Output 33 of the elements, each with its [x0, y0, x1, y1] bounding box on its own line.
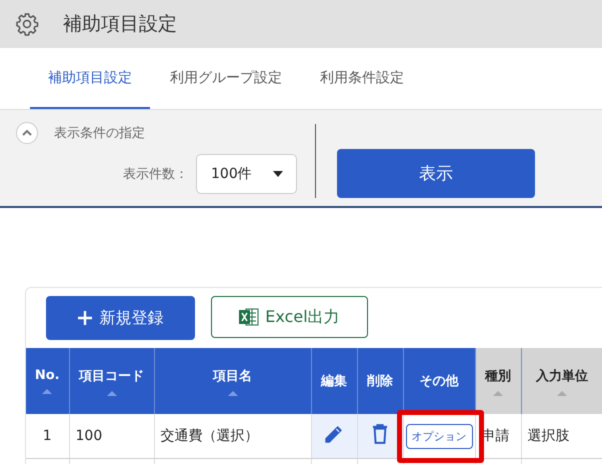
collapse-button[interactable] — [16, 122, 38, 144]
column-header: 削除 — [357, 348, 403, 414]
column-header[interactable]: 入力単位 — [521, 348, 602, 414]
settings-icon — [15, 12, 39, 36]
sort-icon — [228, 390, 238, 396]
spreadsheet-icon — [239, 308, 260, 326]
table-cell: 1 — [26, 414, 69, 458]
sort-icon — [42, 389, 52, 394]
table-cell: 選択肢 — [521, 414, 602, 458]
tab[interactable]: 利用条件設定 — [302, 48, 422, 109]
excel-button[interactable]: Excel出力 — [211, 296, 368, 338]
filter-title: 表示条件の指定 — [54, 125, 145, 142]
plus-icon — [78, 311, 92, 325]
column-header[interactable]: No. — [26, 348, 69, 414]
column-header[interactable]: 項目名 — [154, 348, 311, 414]
sort-icon — [493, 390, 503, 396]
show-button[interactable]: 表示 — [337, 149, 535, 198]
delete-button[interactable] — [372, 424, 388, 444]
table-cell: 100 — [69, 414, 154, 458]
column-header[interactable]: 種別 — [475, 348, 521, 414]
tab[interactable]: 利用グループ設定 — [152, 48, 300, 109]
table-cell: 交通費（選択） — [154, 414, 311, 458]
new-button[interactable]: 新規登録 — [46, 296, 195, 340]
page-title: 補助項目設定 — [63, 12, 177, 37]
dropdown-caret-icon — [273, 171, 283, 177]
column-header: 編集 — [311, 348, 357, 414]
column-header[interactable]: 項目コード — [69, 348, 154, 414]
edit-button[interactable] — [323, 423, 345, 445]
sort-icon — [557, 390, 567, 396]
option-button[interactable]: オプション — [406, 424, 472, 448]
sort-icon — [106, 390, 116, 396]
field-label: 表示件数： — [123, 166, 188, 183]
count-dropdown[interactable]: 100件 — [196, 154, 297, 194]
